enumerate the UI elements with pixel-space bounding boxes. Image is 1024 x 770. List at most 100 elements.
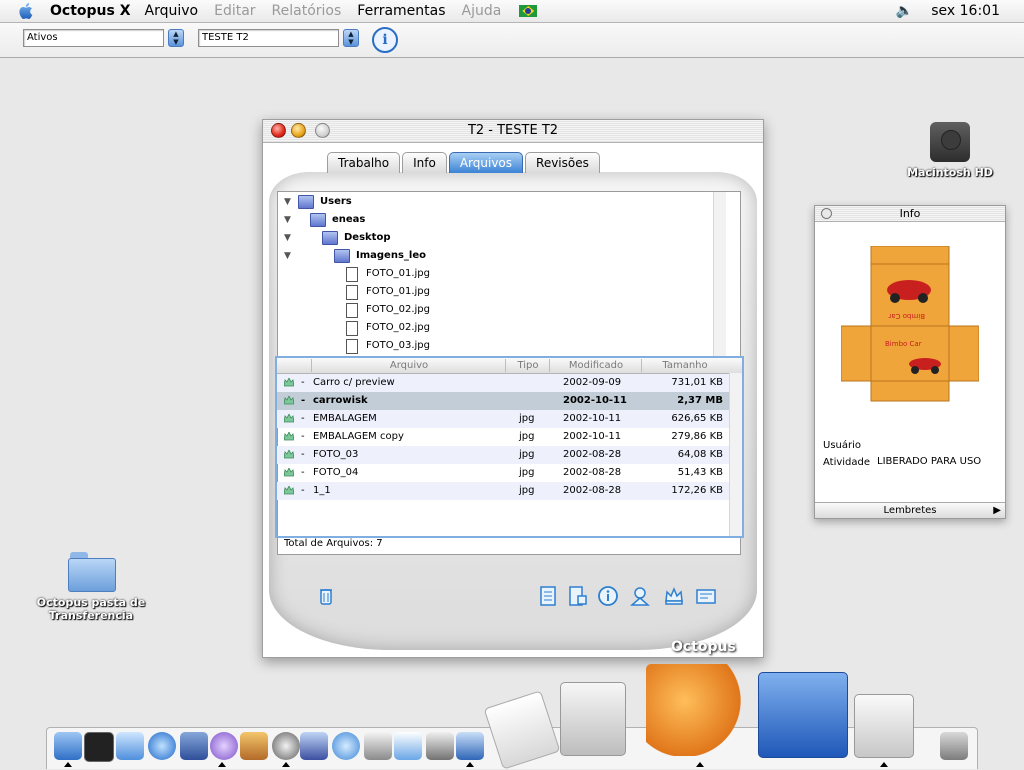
cell-name: FOTO_03 [313, 449, 359, 460]
disclosure-triangle-icon[interactable]: ▼ [284, 247, 294, 265]
sherlock-icon[interactable] [364, 732, 392, 760]
tree-item[interactable]: ▼ Users [284, 193, 352, 211]
user-icon[interactable] [629, 585, 651, 607]
folder-icon [298, 195, 314, 209]
tab-trabalho[interactable]: Trabalho [327, 152, 401, 173]
terminal-icon[interactable] [84, 732, 114, 762]
table-row[interactable]: - Carro c/ preview 2002-09-09 731,01 KB [277, 374, 729, 392]
reminders-label: Lembretes [883, 505, 937, 516]
info-close-button[interactable] [821, 208, 832, 219]
job-combo[interactable]: TESTE T2 ▲ ▼ [198, 29, 359, 47]
column-header-modificado[interactable]: Modificado [549, 359, 642, 372]
crown-icon[interactable] [663, 585, 685, 607]
disclosure-arrow-icon[interactable]: ▶ [993, 503, 1001, 518]
note-card-icon[interactable] [695, 585, 717, 607]
cell-modified: 2002-08-28 [563, 449, 622, 460]
info-title: Info [899, 207, 921, 220]
imovie-icon[interactable] [300, 732, 328, 760]
cell-name: carrowisk [313, 395, 368, 406]
tree-item[interactable]: ▼ Desktop [284, 229, 391, 247]
quicktime-icon[interactable] [394, 732, 422, 760]
apple-menu-icon[interactable] [18, 2, 36, 20]
tab-revisoes[interactable]: Revisões [525, 152, 600, 173]
tree-item[interactable]: ▼ eneas [284, 211, 365, 229]
tree-item[interactable]: FOTO_02.jpg [346, 319, 430, 337]
desktop-icon-folder[interactable]: Octopus pasta de Transferencia [30, 550, 152, 622]
menu-relatorios[interactable]: Relatórios [272, 3, 342, 19]
tab-info[interactable]: Info [402, 152, 447, 173]
table-row[interactable]: - FOTO_04 jpg 2002-08-28 51,43 KB [277, 464, 729, 482]
text-editor-icon[interactable] [116, 732, 144, 760]
table-scrollbar[interactable] [729, 373, 742, 536]
tree-item[interactable]: FOTO_01.jpg [346, 265, 430, 283]
table-row[interactable]: - EMBALAGEM jpg 2002-10-11 626,65 KB [277, 410, 729, 428]
info-palette: Info Bimbo Car Bimbo Car Usuário Ativida… [814, 205, 1006, 519]
filter-stepper-icon[interactable]: ▲ ▼ [168, 29, 184, 47]
document-lock-icon[interactable] [567, 585, 589, 607]
table-row[interactable]: - EMBALAGEM copy jpg 2002-10-11 279,86 KB [277, 428, 729, 446]
column-header-tamanho[interactable]: Tamanho [641, 359, 728, 372]
total-files-label: Total de Arquivos: 7 [284, 538, 383, 549]
disclosure-triangle-icon[interactable]: ▼ [284, 193, 294, 211]
printer-icon[interactable] [426, 732, 454, 760]
system-preferences-icon[interactable] [560, 682, 626, 756]
octopus-brand-label: Octopus [671, 639, 736, 655]
scissors-app-icon[interactable] [854, 694, 914, 758]
itunes-icon[interactable] [210, 732, 238, 760]
row-dash: - [301, 467, 305, 478]
tree-item[interactable]: FOTO_01.jpg [346, 283, 430, 301]
trash-icon[interactable] [315, 585, 337, 607]
hard-drive-icon [930, 122, 970, 162]
octopus-app-icon[interactable] [646, 664, 742, 756]
tree-item[interactable]: FOTO_03.jpg [346, 337, 430, 355]
disclosure-triangle-icon[interactable]: ▼ [284, 211, 294, 229]
menu-arquivo[interactable]: Arquivo [145, 3, 199, 19]
menu-editar[interactable]: Editar [214, 3, 255, 19]
job-field[interactable]: TESTE T2 [198, 29, 339, 47]
tree-item[interactable]: FOTO_02.jpg [346, 301, 430, 319]
table-row[interactable]: - carrowisk 2002-10-11 2,37 MB [277, 392, 729, 410]
table-row[interactable]: -1_1 jpg 2002-08-28 172,26 KB [277, 482, 729, 500]
desktop-icon-hd[interactable]: Macintosh HD [900, 122, 1000, 179]
mail-icon[interactable] [180, 732, 208, 760]
speaker-icon[interactable]: 🔈 [896, 3, 913, 19]
font-app-icon[interactable] [456, 732, 484, 760]
user-label: Usuário [823, 440, 862, 451]
finder-icon[interactable] [54, 732, 82, 760]
job-stepper-icon[interactable]: ▲ ▼ [343, 29, 359, 47]
info-icon[interactable]: i [372, 27, 398, 53]
window-titlebar[interactable]: T2 - TESTE T2 [263, 120, 763, 143]
column-header-arquivo[interactable]: Arquivo [311, 359, 506, 372]
file-icon [346, 338, 358, 354]
tree-item[interactable]: ▼ Imagens_leo [284, 247, 426, 265]
menu-ferramentas[interactable]: Ferramentas [357, 3, 445, 19]
dvd-player-icon[interactable] [272, 732, 300, 760]
app-name-menu[interactable]: Octopus X [50, 3, 131, 19]
cell-name: 1_1 [313, 485, 331, 496]
running-indicator [282, 762, 290, 767]
internet-explorer-icon[interactable] [148, 732, 176, 760]
clock[interactable]: sex 16:01 [931, 3, 1000, 19]
filter-combo[interactable]: Ativos ▲ ▼ [23, 29, 184, 47]
brazil-flag-icon[interactable] [519, 5, 538, 17]
reminders-bar[interactable]: Lembretes ▶ [815, 502, 1005, 518]
tab-arquivos[interactable]: Arquivos [448, 152, 524, 173]
info-titlebar[interactable]: Info [815, 206, 1005, 222]
photo-app-icon[interactable] [240, 732, 268, 760]
disclosure-triangle-icon[interactable]: ▼ [284, 229, 294, 247]
menu-ajuda[interactable]: Ajuda [462, 3, 502, 19]
table-row[interactable]: - FOTO_03 jpg 2002-08-28 64,08 KB [277, 446, 729, 464]
filter-field[interactable]: Ativos [23, 29, 164, 47]
cell-type: jpg [519, 467, 535, 478]
info-circle-icon[interactable] [597, 585, 619, 607]
address-book-icon[interactable] [758, 672, 848, 758]
tree-scrollbar[interactable] [713, 192, 726, 356]
document-list-icon[interactable] [537, 585, 559, 607]
ichat-icon[interactable] [332, 732, 360, 760]
trash-dock-icon[interactable] [940, 732, 968, 760]
crown-icon [284, 414, 294, 423]
crown-icon [284, 450, 294, 459]
column-header-tipo[interactable]: Tipo [505, 359, 550, 372]
folder-icon [322, 231, 338, 245]
cell-name: FOTO_04 [313, 467, 359, 478]
